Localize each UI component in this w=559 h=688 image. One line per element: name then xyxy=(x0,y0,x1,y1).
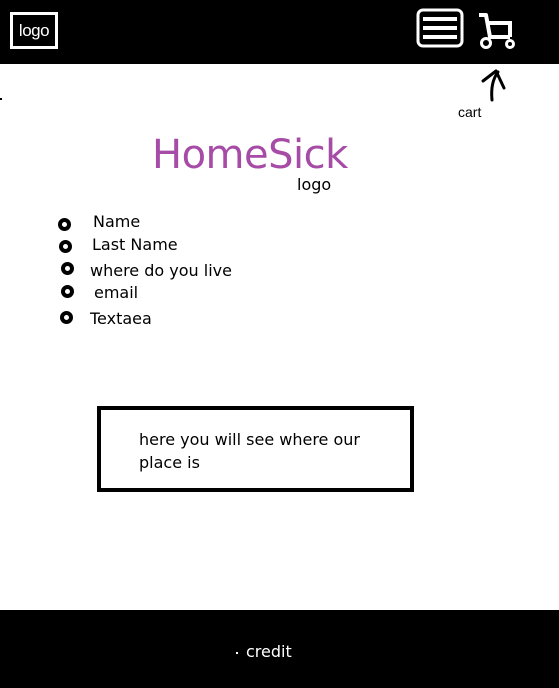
footer-credit[interactable]: credit xyxy=(246,642,292,661)
map-placeholder-text: here you will see where our place is xyxy=(139,430,360,472)
field-label-location: where do you live xyxy=(90,261,232,280)
brand-subtitle: logo xyxy=(297,175,332,194)
stray-mark xyxy=(0,98,2,100)
hamburger-menu-icon[interactable] xyxy=(416,8,464,48)
footer-bar: credit xyxy=(0,610,559,688)
field-label-name: Name xyxy=(93,212,141,231)
field-label-email: email xyxy=(94,283,139,302)
credit-dot xyxy=(236,652,238,654)
brand-title: HomeSick xyxy=(152,132,348,178)
radio-bullet-icon[interactable] xyxy=(61,262,74,275)
logo[interactable]: logo xyxy=(10,12,58,49)
header-bar: logo xyxy=(0,0,559,64)
cart-icon[interactable] xyxy=(476,11,520,51)
map-placeholder[interactable]: here you will see where our place is xyxy=(97,406,414,492)
arrow-up-icon xyxy=(481,69,506,102)
cart-annotation-label: cart xyxy=(458,104,482,120)
field-label-last-name: Last Name xyxy=(92,235,178,254)
field-label-textarea: Textaea xyxy=(90,309,152,328)
radio-bullet-icon[interactable] xyxy=(60,311,73,324)
radio-bullet-icon[interactable] xyxy=(59,240,72,253)
radio-bullet-icon[interactable] xyxy=(58,218,71,231)
radio-bullet-icon[interactable] xyxy=(61,285,74,298)
